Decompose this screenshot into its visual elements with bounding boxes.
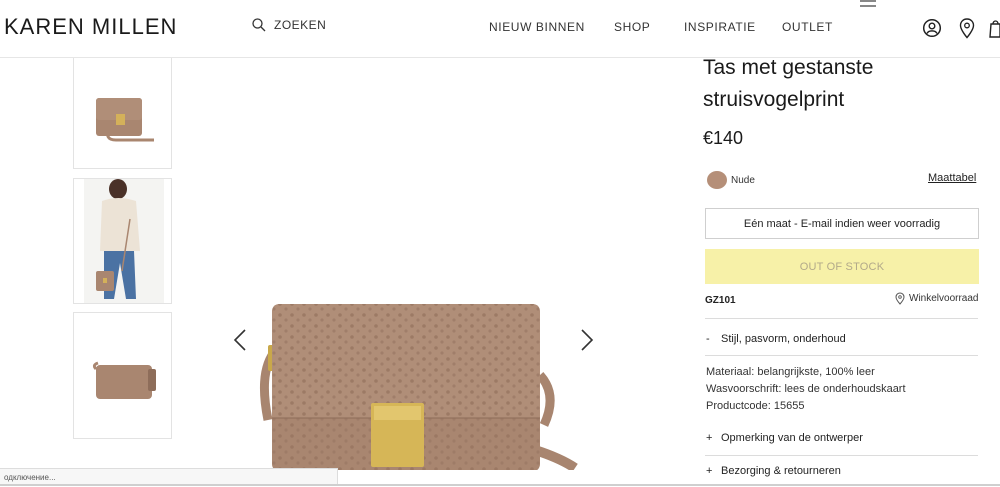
next-image-arrow-icon[interactable]	[580, 328, 594, 352]
divider	[705, 355, 978, 356]
nav-shop[interactable]: SHOP	[614, 20, 650, 34]
detail-care: Wasvoorschrift: lees de onderhoudskaart	[706, 383, 906, 395]
thumbnail-2[interactable]	[73, 178, 172, 304]
size-button-label: Eén maat - E-mail indien weer voorradig	[743, 217, 941, 230]
store-stock-link[interactable]: Winkelvoorraad	[895, 292, 978, 305]
out-of-stock-button[interactable]: OUT OF STOCK	[705, 249, 979, 284]
divider	[705, 318, 978, 319]
collapse-icon: -	[706, 333, 710, 345]
search-label: ZOEKEN	[274, 18, 327, 32]
color-name: Nude	[731, 175, 755, 186]
detail-material: Materiaal: belangrijkste, 100% leer	[706, 366, 875, 378]
accordion-delivery-returns[interactable]: + Bezorging & retourneren	[706, 465, 841, 477]
divider	[705, 455, 978, 456]
search-icon	[252, 18, 266, 32]
nav-outlet[interactable]: OUTLET	[782, 20, 833, 34]
product-title: Tas met gestanste struisvogelprint	[703, 56, 874, 111]
account-icon[interactable]	[922, 18, 942, 38]
nav-inspiration[interactable]: INSPIRATIE	[684, 20, 756, 34]
accordion-style-fit-care[interactable]: - Stijl, pasvorm, onderhoud	[706, 333, 846, 345]
expand-icon: +	[706, 432, 713, 444]
nav-new-in[interactable]: NIEUW BINNEN	[489, 20, 585, 34]
location-pin-icon	[895, 292, 905, 305]
expand-icon: +	[706, 465, 713, 477]
product-code: GZ101	[705, 295, 736, 306]
accordion-title: Stijl, pasvorm, onderhoud	[721, 333, 846, 345]
thumbnail-1[interactable]	[73, 58, 172, 169]
main-product-image	[259, 304, 578, 470]
accordion-title: Opmerking van de ontwerper	[721, 432, 863, 444]
menu-icon[interactable]	[860, 0, 876, 10]
stock-button-label: OUT OF STOCK	[799, 260, 885, 273]
product-price: €140	[703, 128, 744, 148]
bag-icon[interactable]	[989, 18, 1000, 38]
color-swatch[interactable]	[707, 171, 727, 189]
bag-side-image	[92, 361, 156, 399]
thumbnail-3[interactable]	[73, 312, 172, 439]
model-image	[84, 179, 164, 303]
accordion-title: Bezorging & retourneren	[721, 465, 841, 477]
location-pin-icon[interactable]	[959, 18, 975, 39]
size-chart-link[interactable]: Maattabel	[928, 172, 976, 184]
site-header: KAREN MILLEN ZOEKEN NIEUW BINNEN SHOP IN…	[0, 0, 1000, 58]
accordion-designer-note[interactable]: + Opmerking van de ontwerper	[706, 432, 863, 444]
bag-front-image	[96, 98, 154, 142]
search-link[interactable]: ZOEKEN	[252, 18, 326, 32]
store-stock-label: Winkelvoorraad	[909, 293, 979, 304]
size-select-button[interactable]: Eén maat - E-mail indien weer voorradig	[705, 208, 979, 239]
brand-logo[interactable]: KAREN MILLEN	[4, 14, 177, 40]
detail-product-code: Productcode: 15655	[706, 400, 805, 412]
